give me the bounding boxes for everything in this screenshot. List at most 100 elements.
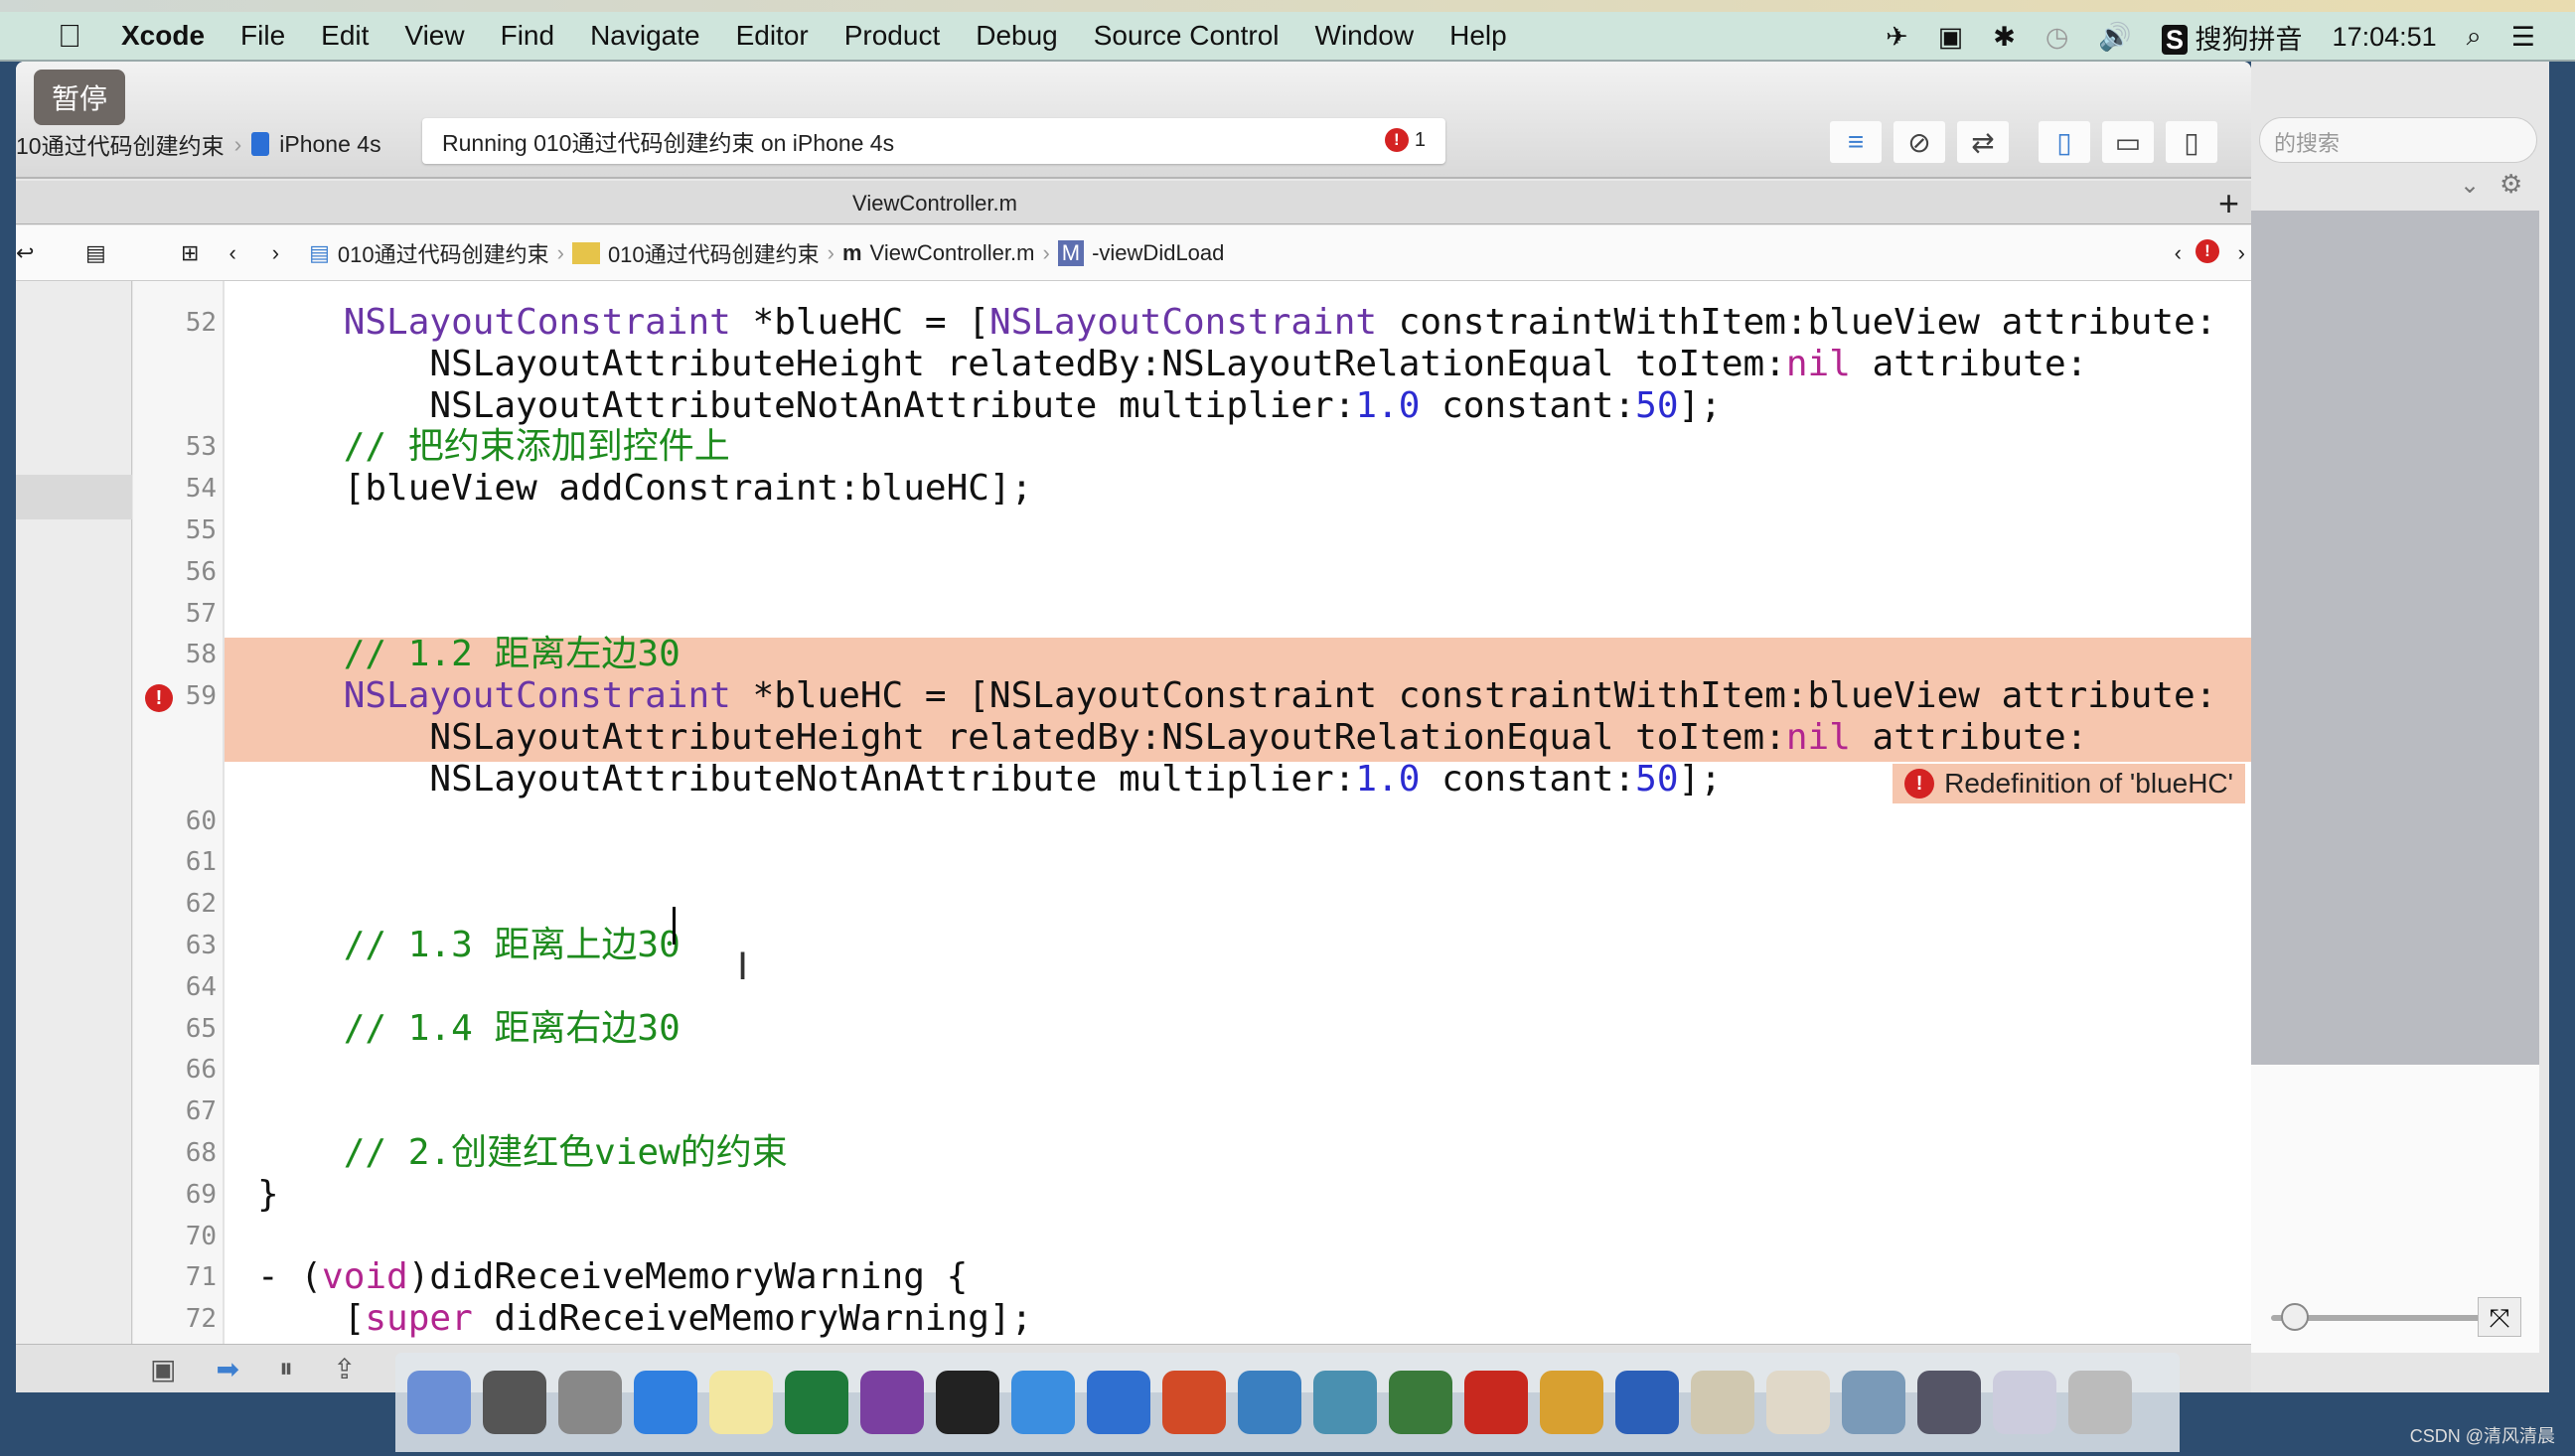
- filezilla-icon[interactable]: [1464, 1371, 1528, 1434]
- breakpoints-icon[interactable]: ➡: [216, 1353, 238, 1385]
- issue-icon[interactable]: !: [2196, 239, 2219, 263]
- photos-icon[interactable]: [1842, 1371, 1905, 1434]
- step-icon[interactable]: ⇪: [333, 1353, 356, 1385]
- system-preferences-icon[interactable]: [483, 1371, 546, 1434]
- volume-icon[interactable]: 🔊: [2098, 21, 2132, 53]
- menu-debug[interactable]: Debug: [976, 20, 1058, 52]
- bluetooth-icon[interactable]: ✱: [1993, 22, 2016, 53]
- version-editor-icon[interactable]: ⇄: [1957, 121, 2009, 163]
- menu-window[interactable]: Window: [1315, 20, 1415, 52]
- code-line[interactable]: 55: [133, 510, 2251, 551]
- fullscreen-icon[interactable]: ⤧: [2478, 1297, 2521, 1337]
- pause-button[interactable]: 暂停: [34, 70, 125, 125]
- error-marker-icon[interactable]: !: [145, 684, 173, 712]
- keynote-icon[interactable]: [1087, 1371, 1150, 1434]
- code-line[interactable]: NSLayoutAttributeHeight relatedBy:NSLayo…: [133, 717, 2251, 759]
- assistant-editor-icon[interactable]: ⊘: [1893, 121, 1945, 163]
- code-line[interactable]: 68 // 2.创建红色view的约束: [133, 1132, 2251, 1174]
- code-line[interactable]: 54 [blueView addConstraint:blueHC];: [133, 468, 2251, 510]
- word-icon[interactable]: [1615, 1371, 1679, 1434]
- gear-icon[interactable]: ⚙: [2499, 169, 2522, 200]
- error-count-badge[interactable]: ! 1: [1384, 128, 1426, 152]
- code-line[interactable]: 53 // 把约束添加到控件上: [133, 426, 2251, 468]
- chevron-down-icon[interactable]: ⌄: [2460, 171, 2480, 200]
- notification-center-icon[interactable]: ☰: [2511, 22, 2535, 53]
- code-line[interactable]: 69}: [133, 1174, 2251, 1216]
- undo-icon[interactable]: ↩: [16, 240, 56, 266]
- forward-icon[interactable]: ›: [272, 240, 279, 266]
- code-line[interactable]: NSLayoutAttributeHeight relatedBy:NSLayo…: [133, 344, 2251, 385]
- code-line[interactable]: 59 NSLayoutConstraint *blueHC = [NSLayou…: [133, 675, 2251, 717]
- slider-knob[interactable]: [2281, 1303, 2309, 1331]
- menu-editor[interactable]: Editor: [736, 20, 809, 52]
- code-line[interactable]: 72 [super didReceiveMemoryWarning];: [133, 1298, 2251, 1340]
- scheme-selector[interactable]: 10通过代码创建约束 › iPhone 4s: [16, 121, 381, 167]
- dictionary-icon[interactable]: [1766, 1371, 1830, 1434]
- comment-icon[interactable]: ▤: [85, 240, 145, 266]
- code-line[interactable]: 71 - (void)didReceiveMemoryWarning {: [133, 1256, 2251, 1298]
- onenote-icon[interactable]: [860, 1371, 924, 1434]
- terminal-icon[interactable]: [936, 1371, 999, 1434]
- instruments-icon[interactable]: [1238, 1371, 1301, 1434]
- airplane-icon[interactable]: ✈: [1886, 22, 1908, 53]
- ime-indicator[interactable]: S 搜狗拼音: [2162, 18, 2303, 57]
- notes-icon[interactable]: [709, 1371, 773, 1434]
- pause-execution-icon[interactable]: ⏸: [279, 1353, 293, 1385]
- code-line[interactable]: 65 // 1.4 距离右边30: [133, 1008, 2251, 1050]
- powerpoint-icon[interactable]: [1162, 1371, 1226, 1434]
- code-line[interactable]: 60: [133, 801, 2251, 842]
- app-icon[interactable]: [1389, 1371, 1452, 1434]
- font-book-icon[interactable]: [1691, 1371, 1754, 1434]
- jump-project[interactable]: 010通过代码创建约束: [338, 237, 549, 269]
- toggle-debug-area-icon[interactable]: ▭: [2102, 121, 2154, 163]
- code-line[interactable]: 66: [133, 1049, 2251, 1091]
- menu-file[interactable]: File: [240, 20, 285, 52]
- finder-icon[interactable]: [407, 1371, 471, 1434]
- standard-editor-icon[interactable]: ≡: [1830, 121, 1882, 163]
- code-line[interactable]: NSLayoutAttributeNotAnAttribute multipli…: [133, 385, 2251, 427]
- screen-icon[interactable]: [1993, 1371, 2056, 1434]
- preview-icon[interactable]: [1313, 1371, 1377, 1434]
- error-annotation[interactable]: ! Redefinition of 'blueHC': [1893, 764, 2245, 803]
- search-field[interactable]: 的搜索: [2259, 117, 2537, 163]
- jump-file[interactable]: ViewController.m: [870, 240, 1035, 266]
- menu-find[interactable]: Find: [501, 20, 554, 52]
- toggle-navigator-icon[interactable]: ▯: [2039, 121, 2090, 163]
- code-line[interactable]: 62: [133, 883, 2251, 925]
- code-line[interactable]: 63 // 1.3 距离上边30: [133, 925, 2251, 966]
- display-icon[interactable]: [1917, 1371, 1981, 1434]
- menu-xcode[interactable]: Xcode: [121, 20, 205, 52]
- time-machine-icon[interactable]: ◷: [2045, 22, 2069, 53]
- navigator-selection[interactable]: [16, 475, 132, 519]
- code-line[interactable]: 58 // 1.2 距离左边30: [133, 634, 2251, 675]
- launchpad-icon[interactable]: [558, 1371, 622, 1434]
- code-line[interactable]: 57: [133, 593, 2251, 635]
- code-line[interactable]: 52 NSLayoutConstraint *blueHC = [NSLayou…: [133, 302, 2251, 344]
- code-line[interactable]: 64: [133, 966, 2251, 1008]
- add-tab-button[interactable]: +: [2218, 183, 2239, 224]
- menu-edit[interactable]: Edit: [321, 20, 369, 52]
- menu-navigate[interactable]: Navigate: [590, 20, 700, 52]
- menu-help[interactable]: Help: [1449, 20, 1507, 52]
- menu-view[interactable]: View: [404, 20, 464, 52]
- code-line[interactable]: 61: [133, 841, 2251, 883]
- hide-debug-icon[interactable]: ▣: [150, 1353, 176, 1385]
- tab-viewcontroller[interactable]: ViewController.m: [16, 191, 1854, 217]
- previous-issue-icon[interactable]: ‹: [2175, 240, 2182, 266]
- menu-product[interactable]: Product: [844, 20, 941, 52]
- jump-group[interactable]: 010通过代码创建约束: [608, 237, 820, 269]
- clock[interactable]: 17:04:51: [2333, 22, 2437, 53]
- apple-menu-icon[interactable]: : [58, 18, 81, 55]
- toggle-utilities-icon[interactable]: ▯: [2166, 121, 2217, 163]
- trash-icon[interactable]: [2068, 1371, 2132, 1434]
- source-editor[interactable]: 52 NSLayoutConstraint *blueHC = [NSLayou…: [133, 281, 2251, 1344]
- code-line[interactable]: 70: [133, 1216, 2251, 1257]
- excel-icon[interactable]: [785, 1371, 848, 1434]
- spotlight-icon[interactable]: ⌕: [2467, 21, 2482, 53]
- jump-method[interactable]: -viewDidLoad: [1092, 240, 1224, 266]
- back-icon[interactable]: ‹: [228, 240, 235, 266]
- screen-record-icon[interactable]: ▣: [1938, 22, 1964, 53]
- next-issue-icon[interactable]: ›: [2238, 240, 2245, 266]
- menu-source-control[interactable]: Source Control: [1094, 20, 1280, 52]
- code-line[interactable]: 56: [133, 551, 2251, 593]
